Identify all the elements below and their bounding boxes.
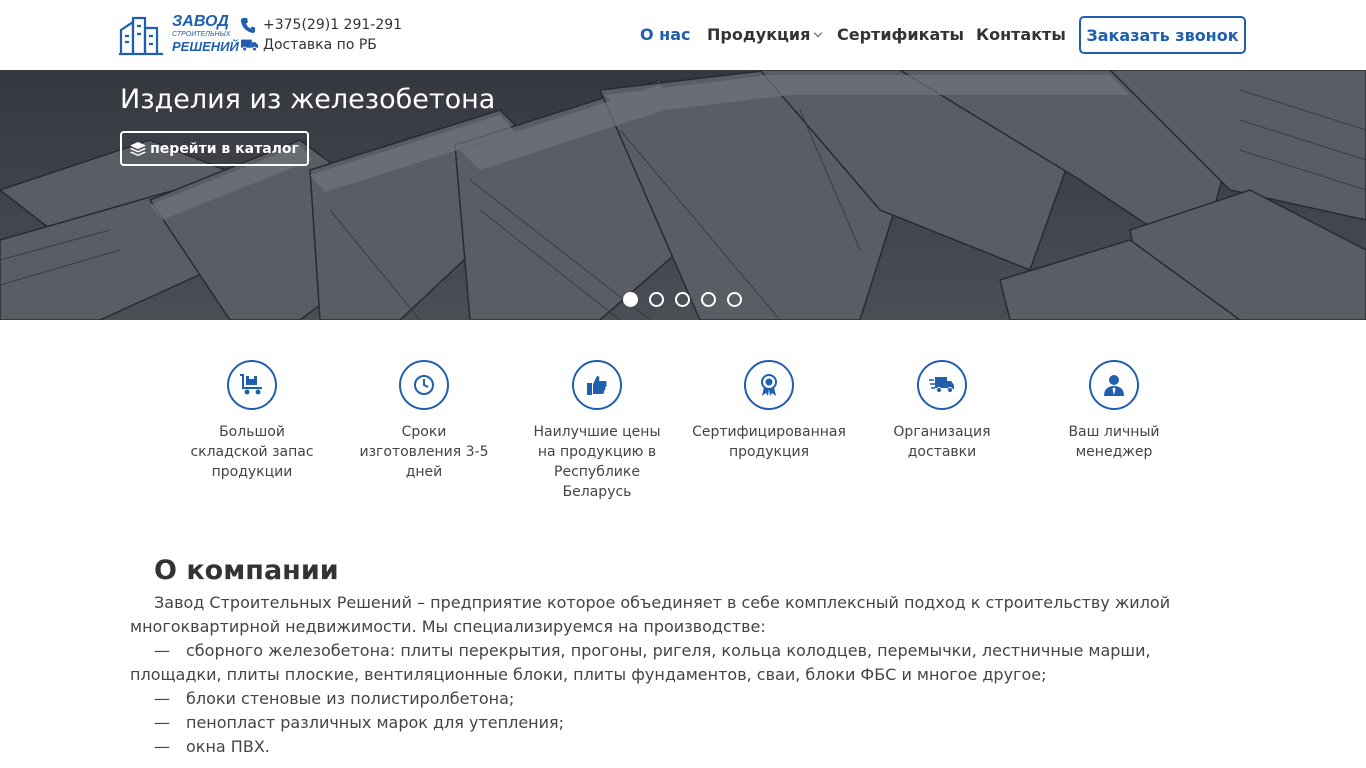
certificate-award-icon — [744, 360, 794, 410]
nav-about[interactable]: О нас — [640, 25, 691, 44]
list-dash: — — [154, 737, 170, 756]
about-heading: О компании — [154, 555, 339, 586]
slider-dot-4[interactable] — [701, 292, 716, 307]
feature-text: Большой складской запас продукции — [190, 424, 314, 480]
warehouse-cart-icon — [227, 360, 277, 410]
feature-best-price: Наилучшие цены на продукцию в Республике… — [512, 360, 682, 502]
slider-dot-2[interactable] — [649, 292, 664, 307]
feature-text: Ваш личный менеджер — [1068, 424, 1160, 460]
list-item-text: блоки стеновые из полистиролбетона; — [186, 689, 515, 708]
feature-certified: Сертифицированная продукция — [684, 360, 854, 462]
list-item-text: сборного железобетона: плиты перекрытия,… — [130, 641, 1151, 684]
list-dash: — — [154, 689, 170, 708]
list-dash: — — [154, 641, 170, 660]
slider-dots — [623, 292, 753, 307]
logo-text-line3: РЕШЕНИЙ — [172, 39, 239, 54]
phone-number: +375(29)1 291-291 — [263, 17, 403, 33]
hero-title: Изделия из железобетона — [120, 84, 496, 115]
layers-icon — [130, 141, 147, 156]
list-dash: — — [154, 713, 170, 732]
feature-text: Сертифицированная продукция — [692, 424, 846, 460]
delivery-truck-icon — [917, 360, 967, 410]
chevron-down-icon — [814, 28, 823, 38]
feature-lead-time: Сроки изготовления 3-5 дней — [339, 360, 509, 482]
list-item: — сборного железобетона: плиты перекрытия… — [130, 639, 1240, 687]
delivery-text: Доставка по РБ — [263, 37, 377, 53]
site-header: ЗАВОД СТРОИТЕЛЬНЫХ РЕШЕНИЙ +375(29)1 291… — [0, 0, 1366, 70]
feature-text: Сроки изготовления 3-5 дней — [359, 424, 489, 480]
nav-products-label: Продукция — [707, 25, 811, 44]
catalog-button[interactable]: перейти в каталог — [120, 131, 309, 166]
manager-icon — [1089, 360, 1139, 410]
feature-manager: Ваш личный менеджер — [1029, 360, 1199, 462]
nav-products[interactable]: Продукция — [707, 25, 823, 44]
header-phone[interactable]: +375(29)1 291-291 — [241, 17, 402, 33]
slider-dot-1[interactable] — [623, 292, 638, 307]
phone-icon — [241, 17, 259, 33]
features-section: Большой складской запас продукции Сроки … — [0, 320, 1366, 540]
logo-text-line1: ЗАВОД — [172, 13, 229, 30]
header-delivery: Доставка по РБ — [241, 37, 377, 53]
list-item-text: окна ПВХ. — [186, 737, 270, 756]
company-logo[interactable]: ЗАВОД СТРОИТЕЛЬНЫХ РЕШЕНИЙ — [119, 13, 239, 58]
about-intro: Завод Строительных Решений – предприятие… — [130, 593, 1171, 636]
list-item: — блоки стеновые из полистиролбетона; — [130, 687, 1240, 711]
clock-icon — [399, 360, 449, 410]
hero-slider: Изделия из железобетона перейти в катало… — [0, 70, 1366, 320]
truck-icon — [241, 37, 259, 53]
logo-buildings-icon — [119, 16, 163, 56]
logo-text-line2: СТРОИТЕЛЬНЫХ — [172, 31, 231, 38]
catalog-button-label: перейти в каталог — [150, 140, 299, 157]
list-item-text: пенопласт различных марок для утепления; — [186, 713, 565, 732]
feature-text: Организация доставки — [893, 424, 991, 460]
list-item: — пенопласт различных марок для утепления… — [130, 711, 1240, 735]
slider-dot-3[interactable] — [675, 292, 690, 307]
about-section: О компании Завод Строительных Решений – … — [130, 555, 1240, 759]
nav-certificates[interactable]: Сертификаты — [837, 25, 964, 44]
order-call-button[interactable]: Заказать звонок — [1079, 16, 1246, 54]
feature-stock: Большой складской запас продукции — [167, 360, 337, 482]
nav-contacts[interactable]: Контакты — [976, 25, 1066, 44]
thumbs-up-icon — [572, 360, 622, 410]
feature-delivery: Организация доставки — [857, 360, 1027, 462]
feature-text: Наилучшие цены на продукцию в Республике… — [533, 424, 661, 500]
slider-dot-5[interactable] — [727, 292, 742, 307]
list-item: — окна ПВХ. — [130, 735, 1240, 759]
